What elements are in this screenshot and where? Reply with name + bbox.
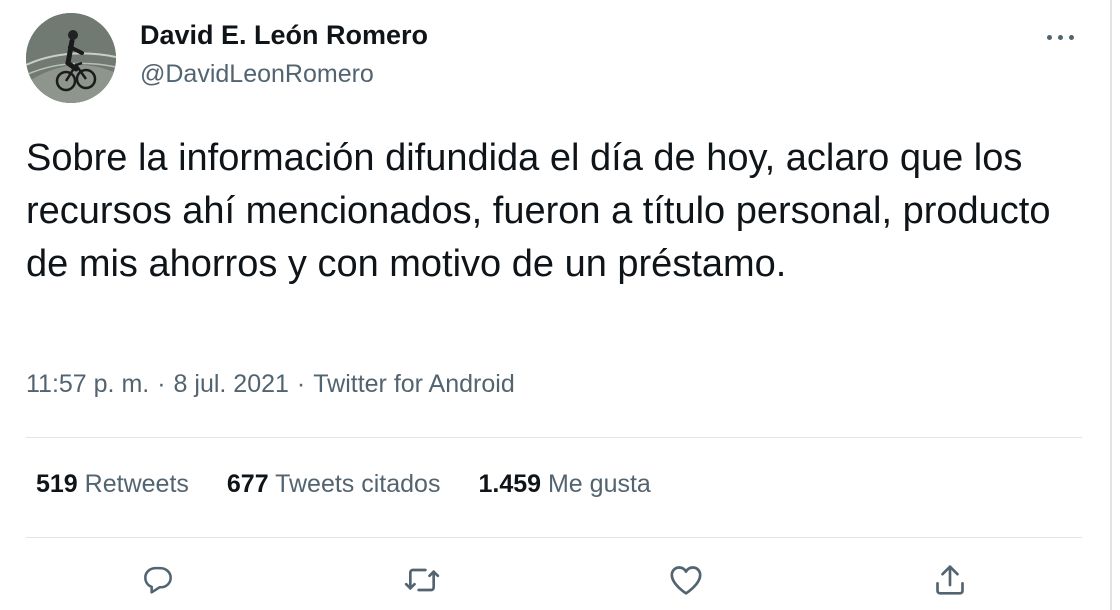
- retweets-stat[interactable]: 519 Retweets: [36, 470, 189, 499]
- meta-separator: ·: [157, 370, 166, 398]
- retweets-label: Retweets: [84, 470, 189, 498]
- like-button[interactable]: [664, 558, 708, 602]
- avatar-cyclist-icon: [26, 13, 116, 103]
- likes-label: Me gusta: [547, 470, 651, 498]
- tweet-card: David E. León Romero @DavidLeonRomero So…: [0, 0, 1112, 610]
- likes-stat[interactable]: 1.459 Me gusta: [478, 470, 650, 499]
- avatar[interactable]: [26, 13, 116, 103]
- likes-count: 1.459: [478, 470, 542, 498]
- reply-button[interactable]: [136, 558, 180, 602]
- divider: [26, 537, 1082, 538]
- retweet-button[interactable]: [400, 558, 444, 602]
- retweets-count: 519: [36, 470, 78, 498]
- retweet-icon: [404, 568, 440, 592]
- meta-separator: ·: [296, 370, 306, 398]
- quotes-label: Tweets citados: [275, 470, 441, 498]
- tweet-meta: 11:57 p. m. · 8 jul. 2021 · Twitter for Andr…: [26, 370, 515, 399]
- tweet-date[interactable]: 8 jul. 2021: [174, 370, 289, 398]
- author-display-name[interactable]: David E. León Romero: [140, 20, 428, 51]
- tweet-source[interactable]: Twitter for Android: [313, 370, 514, 398]
- share-button[interactable]: [928, 558, 972, 602]
- tweet-text: Sobre la información difundida el día de…: [26, 137, 1051, 285]
- reply-icon: [144, 566, 172, 594]
- tweet-stats: 519 Retweets 677 Tweets citados 1.459 Me g…: [36, 470, 689, 499]
- divider: [26, 437, 1082, 438]
- quotes-count: 677: [226, 470, 269, 498]
- more-options-icon[interactable]: [1036, 22, 1084, 52]
- like-icon: [670, 566, 702, 595]
- share-icon: [936, 565, 964, 595]
- quotes-stat[interactable]: 677 Tweets citados: [227, 470, 441, 499]
- tweet-time[interactable]: 11:57 p. m.: [26, 370, 149, 398]
- author-handle[interactable]: @DavidLeonRomero: [140, 60, 374, 89]
